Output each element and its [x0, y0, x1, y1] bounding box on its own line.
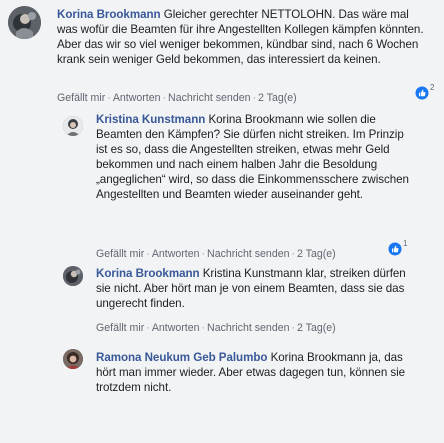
comment-body: Ramona Neukum Geb Palumbo Korina Brookma…: [96, 350, 418, 395]
like-link[interactable]: Gefällt mir: [96, 322, 144, 334]
comment-actions: Gefällt mir · Antworten · Nachricht senden · 2…: [96, 248, 336, 260]
send-message-link[interactable]: Nachricht senden: [168, 92, 250, 104]
comment-actions: Gefällt mir · Antworten · Nachricht senden · 2…: [57, 92, 297, 104]
comment-body: Korina Brookmann Gleicher gerechter NETT…: [57, 7, 429, 67]
reaction-summary[interactable]: 2: [415, 83, 435, 100]
reaction-count: 1: [403, 239, 408, 248]
author-name[interactable]: Korina Brookmann: [57, 8, 161, 21]
like-link[interactable]: Gefällt mir: [57, 92, 105, 104]
author-name[interactable]: Kristina Kunstmann: [96, 113, 205, 126]
avatar[interactable]: [63, 349, 83, 369]
like-thumb-icon: [415, 86, 429, 100]
reply-link[interactable]: Antworten: [152, 248, 200, 260]
author-name[interactable]: Korina Brookmann: [96, 267, 200, 280]
author-name[interactable]: Ramona Neukum Geb Palumbo: [96, 351, 267, 364]
reaction-summary[interactable]: 1: [388, 239, 408, 256]
send-message-link[interactable]: Nachricht senden: [207, 248, 289, 260]
send-message-link[interactable]: Nachricht senden: [207, 322, 289, 334]
comment-text: Korina Brookmann wie sollen die Beamten …: [96, 113, 409, 201]
comment-actions: Gefällt mir · Antworten · Nachricht senden · 2…: [96, 322, 336, 334]
comment-body: Kristina Kunstmann Korina Brookmann wie …: [96, 112, 418, 202]
timestamp[interactable]: 2 Tag(e): [258, 92, 297, 104]
avatar[interactable]: [63, 116, 83, 136]
timestamp[interactable]: 2 Tag(e): [297, 248, 336, 260]
reply-link[interactable]: Antworten: [113, 92, 161, 104]
comment-body: Korina Brookmann Kristina Kunstmann klar…: [96, 266, 418, 311]
like-link[interactable]: Gefällt mir: [96, 248, 144, 260]
reply-link[interactable]: Antworten: [152, 322, 200, 334]
like-thumb-icon: [388, 242, 402, 256]
timestamp[interactable]: 2 Tag(e): [297, 322, 336, 334]
avatar[interactable]: [8, 6, 41, 39]
avatar[interactable]: [63, 266, 83, 286]
reaction-count: 2: [430, 83, 435, 92]
